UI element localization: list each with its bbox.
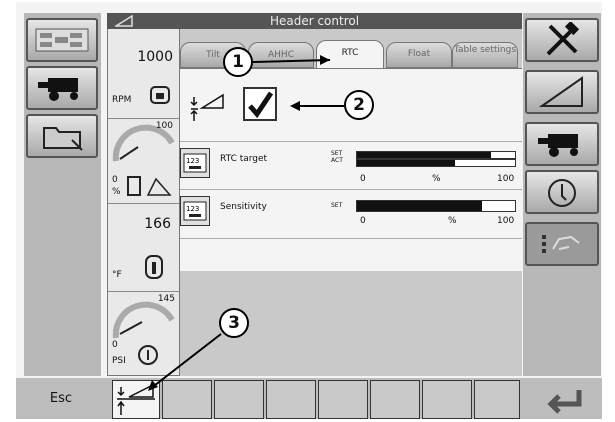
callout-arrows: [148, 55, 344, 391]
callout-3: 3: [219, 308, 249, 338]
callout-1: 1: [223, 47, 253, 77]
callout-2: 2: [344, 90, 374, 120]
